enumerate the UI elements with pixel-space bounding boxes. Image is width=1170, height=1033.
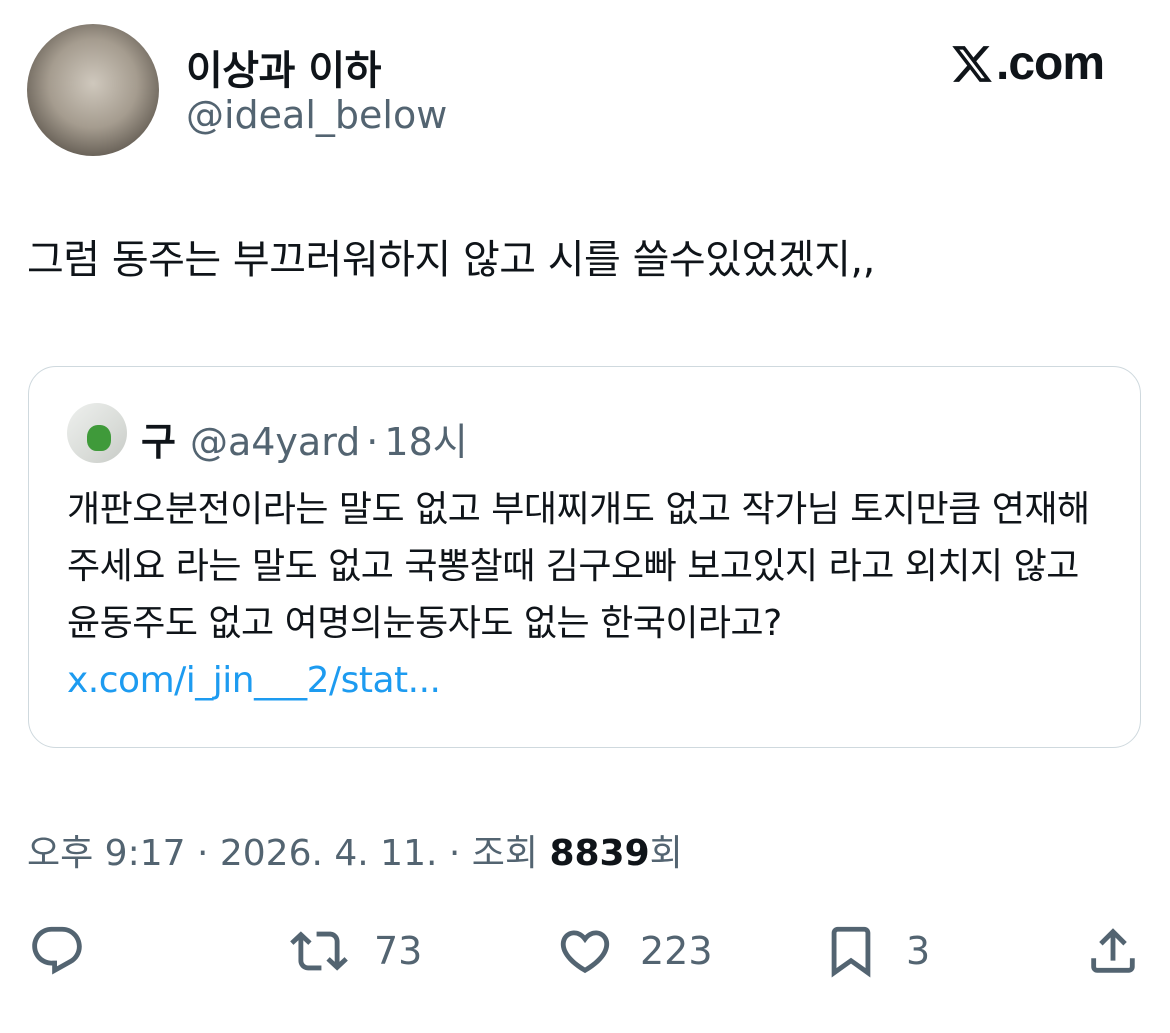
retweet-button[interactable]: 73 [290,922,422,980]
views-count: 8839 [549,833,650,874]
quoted-tweet-time: 18시 [384,420,468,464]
like-count: 223 [640,929,713,973]
author-avatar[interactable] [27,24,159,156]
retweet-icon [290,931,348,971]
bookmark-button[interactable]: 3 [822,922,930,980]
tweet-text: 그럼 동주는 부끄러워하지 않고 시를 쓸수있었겠지,, [27,237,875,283]
quoted-author-avatar [67,403,127,463]
share-icon [1091,928,1135,973]
meta-separator: · [437,833,472,874]
x-logo-icon [952,45,992,82]
tweet-date[interactable]: 2026. 4. 11. [220,833,438,874]
author-handle[interactable]: @ideal_below [186,93,447,137]
tweet-meta: 오후 9:17 · 2026. 4. 11. · 조회 8839회 [27,824,683,876]
quoted-tweet-link[interactable]: x.com/i_jin___2/stat... [67,660,441,701]
reply-button[interactable] [28,922,86,980]
quoted-author-name: 구 [141,420,176,464]
like-button[interactable]: 223 [556,922,713,980]
views-suffix: 회 [649,833,683,874]
heart-icon [560,930,610,974]
quoted-separator: · [366,420,379,464]
quoted-tweet-header: 구 @a4yard · 18시 [141,411,468,466]
reply-icon [32,926,82,975]
bookmark-count: 3 [906,929,931,973]
share-button[interactable] [1084,922,1142,980]
quoted-author-handle: @a4yard [189,420,361,464]
quoted-tweet-text: 개판오분전이라는 말도 없고 부대찌개도 없고 작가님 토지만큼 연재해주세요 … [67,481,1107,709]
quoted-tweet-card[interactable]: 구 @a4yard · 18시 개판오분전이라는 말도 없고 부대찌개도 없고 … [28,366,1141,748]
bookmark-icon [831,926,871,978]
tweet-time: 오후 9:17 [27,833,186,874]
author-name[interactable]: 이상과 이하 [186,38,381,96]
x-logo-text: .com [996,37,1105,90]
x-logo: .com [950,36,1105,91]
meta-separator: · [185,833,220,874]
retweet-count: 73 [374,929,423,973]
views-label: 조회 [471,833,550,874]
quoted-tweet-body: 개판오분전이라는 말도 없고 부대찌개도 없고 작가님 토지만큼 연재해주세요 … [67,489,1090,644]
frog-figure-icon [87,425,111,451]
